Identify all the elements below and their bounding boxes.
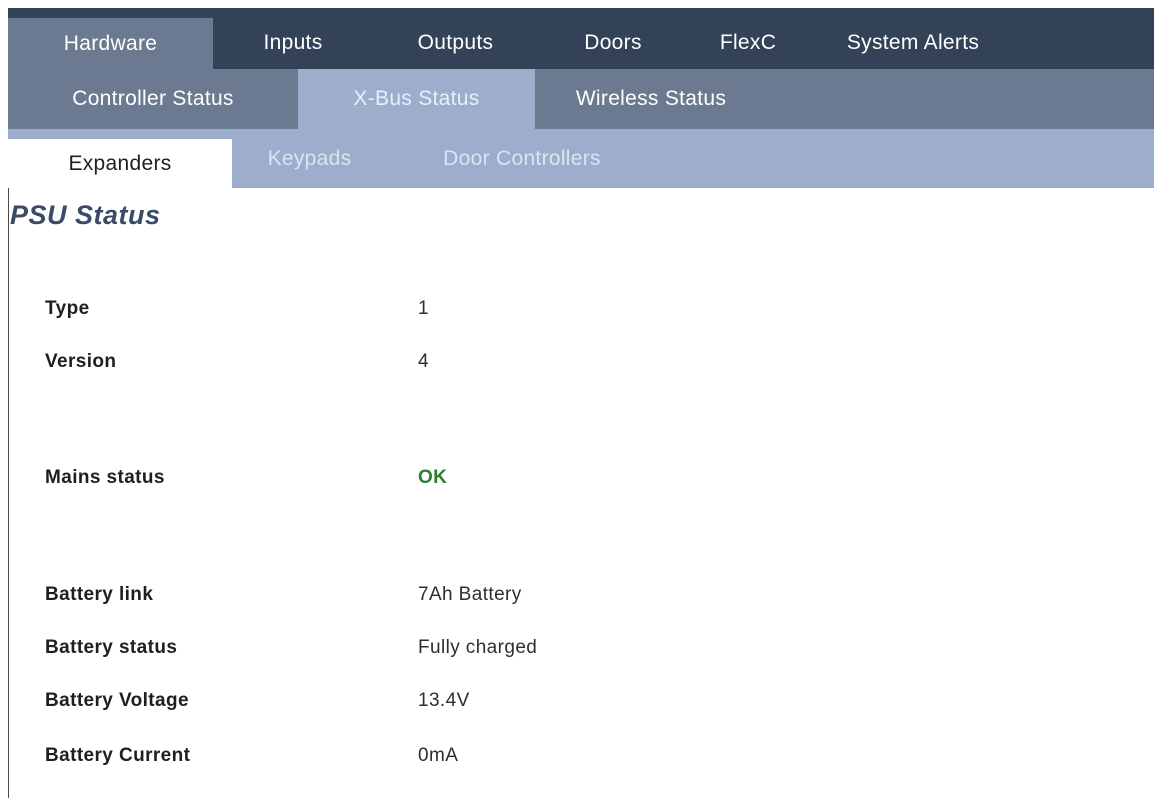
tab-hardware[interactable]: Hardware [8,18,213,69]
status-row-battery-voltage: Battery Voltage 13.4V [45,688,470,714]
status-value: 1 [418,298,429,319]
tab-outputs[interactable]: Outputs [373,8,538,69]
status-value: Fully charged [418,637,538,658]
mains-status-badge: OK [418,467,448,488]
tab-system-alerts[interactable]: System Alerts [808,8,1018,69]
tab-expanders[interactable]: Expanders [8,139,232,188]
status-value: 13.4V [418,690,470,711]
status-row-mains-status: Mains status OK [45,465,447,491]
tab-wireless-status[interactable]: Wireless Status [535,69,767,129]
status-label: Version [45,351,117,372]
status-label: Type [45,298,90,319]
status-value: 7Ah Battery [418,584,522,605]
primary-tab-bar: Hardware Inputs Outputs Doors FlexC Syst… [8,8,1154,69]
tab-inputs[interactable]: Inputs [213,8,373,69]
status-value: 0mA [418,745,459,766]
status-value: 4 [418,351,429,372]
status-row-version: Version 4 [45,349,429,375]
content-left-border [8,188,9,798]
status-row-battery-current: Battery Current 0mA [45,743,458,769]
tab-door-controllers[interactable]: Door Controllers [387,129,657,188]
tab-controller-status[interactable]: Controller Status [8,69,298,129]
tab-x-bus-status[interactable]: X-Bus Status [298,69,535,129]
status-label: Battery Voltage [45,690,189,711]
status-label: Battery Current [45,745,191,766]
secondary-tab-bar: Controller Status X-Bus Status Wireless … [8,69,1154,129]
psu-status-page: Hardware Inputs Outputs Doors FlexC Syst… [0,0,1154,798]
status-label: Mains status [45,467,165,488]
status-label: Battery link [45,584,154,605]
page-title: PSU Status [10,200,161,230]
status-row-type: Type 1 [45,296,429,322]
tertiary-tab-bar: Expanders Keypads Door Controllers [8,129,1154,188]
tab-flexc[interactable]: FlexC [688,8,808,69]
status-row-battery-link: Battery link 7Ah Battery [45,582,522,608]
status-label: Battery status [45,637,178,658]
tab-keypads[interactable]: Keypads [232,129,387,188]
status-row-battery-status: Battery status Fully charged [45,635,537,661]
tab-doors[interactable]: Doors [538,8,688,69]
